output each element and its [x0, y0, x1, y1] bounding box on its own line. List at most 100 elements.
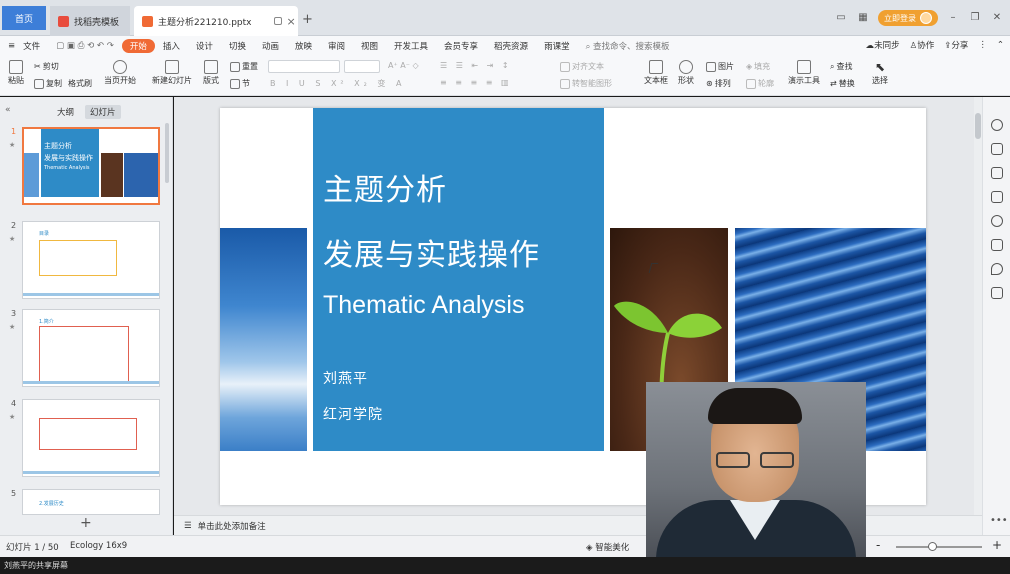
menu-transitions[interactable]: 切换: [221, 40, 254, 52]
list-icons[interactable]: ☰ ☰ ⇤ ⇥ ↕: [440, 61, 512, 70]
new-slide-button[interactable]: 新建幻灯片: [152, 60, 192, 86]
menu-home[interactable]: 开始: [121, 39, 155, 53]
theme-name[interactable]: Ecology 16x9: [70, 541, 127, 551]
collab-button[interactable]: ♙协作: [910, 39, 935, 51]
replace-button[interactable]: ⇄ 替换: [830, 78, 855, 89]
font-size-select[interactable]: [344, 60, 380, 73]
login-button[interactable]: 立即登录: [878, 10, 938, 26]
smart-graphic-button[interactable]: 转智能图形: [560, 78, 612, 89]
cut-button[interactable]: ✂ 剪切: [34, 61, 59, 72]
shape-button[interactable]: 形状: [678, 60, 694, 86]
fill-button[interactable]: ◈ 填充: [746, 61, 770, 72]
image-settings-icon[interactable]: [991, 239, 1003, 251]
align-icons[interactable]: ≡ ≡ ≡ ≡ ▥: [440, 78, 512, 87]
sync-button[interactable]: ☁未同步: [866, 39, 900, 51]
layout-button[interactable]: 版式: [203, 60, 219, 86]
textbox-button[interactable]: 文本框: [644, 60, 668, 86]
smart-beautify-button[interactable]: ◈ 智能美化: [586, 541, 629, 553]
menu-rain-classroom[interactable]: 雨课堂: [536, 40, 578, 52]
zoom-slider-handle[interactable]: [928, 542, 937, 551]
book-icon[interactable]: [991, 287, 1003, 299]
find-button[interactable]: ⌕ 查找: [830, 61, 852, 72]
menu-design[interactable]: 设计: [188, 40, 221, 52]
menu-insert[interactable]: 插入: [155, 40, 188, 52]
sliders-icon[interactable]: [991, 143, 1003, 155]
slide-thumbnail-2[interactable]: 目录: [22, 221, 160, 299]
menu-animations[interactable]: 动画: [254, 40, 287, 52]
tab-slides[interactable]: 幻灯片: [85, 105, 121, 119]
layout-toggle-icon[interactable]: ▭: [834, 12, 848, 24]
tab-outline[interactable]: 大纲: [52, 105, 79, 119]
menu-bar: ≡ 文件 ▢ ▣ ⎙ ⟲ ↶ ↷ 开始 插入 设计 切换 动画 放映 审阅 视图…: [0, 36, 1010, 56]
menu-hamburger-icon[interactable]: ≡: [0, 41, 23, 51]
menu-review[interactable]: 审阅: [320, 40, 353, 52]
tab-templates[interactable]: 找稻壳模板: [50, 6, 130, 36]
help-icon[interactable]: [991, 215, 1003, 227]
restore-icon[interactable]: ❐: [968, 12, 982, 24]
menu-member[interactable]: 会员专享: [436, 40, 486, 52]
title-background-box[interactable]: [313, 108, 604, 451]
scrollbar-thumb[interactable]: [975, 113, 981, 139]
menu-file[interactable]: 文件: [23, 40, 48, 52]
menu-view[interactable]: 视图: [353, 40, 386, 52]
arrange-button[interactable]: ⊛ 排列: [706, 78, 731, 89]
copy-button[interactable]: 复制: [34, 78, 62, 89]
font-family-select[interactable]: [268, 60, 340, 73]
format-painter-button[interactable]: 格式刷: [68, 78, 92, 89]
close-window-icon[interactable]: ✕: [990, 12, 1004, 24]
reset-button[interactable]: 重置: [230, 61, 258, 72]
select-button[interactable]: ⬉ 选择: [872, 60, 888, 86]
zoom-in-icon[interactable]: +: [992, 538, 1002, 552]
slide-thumbnail-5[interactable]: 2.发展历史: [22, 489, 160, 515]
slide-institution[interactable]: 红河学院: [323, 404, 383, 424]
menu-slideshow[interactable]: 放映: [287, 40, 320, 52]
apps-grid-icon[interactable]: ▦: [856, 12, 870, 24]
thumb-footer-bar: [23, 471, 159, 474]
paste-button[interactable]: 粘贴: [8, 60, 24, 86]
slide-title-line1[interactable]: 主题分析: [323, 165, 447, 209]
copy-window-icon[interactable]: [991, 191, 1003, 203]
outline-button[interactable]: 轮廓: [746, 78, 774, 89]
zoom-slider[interactable]: [896, 546, 982, 548]
location-pin-icon[interactable]: [991, 263, 1003, 275]
minimize-icon[interactable]: –: [946, 12, 960, 24]
slide-thumbnail-1[interactable]: 主题分析 发展与实践操作 Thematic Analysis: [22, 127, 160, 205]
font-grow-icons[interactable]: A⁺ A⁻ ◇: [388, 61, 419, 70]
text-format-icons[interactable]: B I U S X² X₂ 变 A: [270, 78, 405, 89]
docer-icon: [58, 15, 69, 27]
share-button[interactable]: ⇪分享: [944, 39, 968, 51]
slide-title-english[interactable]: Thematic Analysis: [323, 291, 524, 320]
share-label: 分享: [951, 41, 969, 51]
slide-author[interactable]: 刘燕平: [323, 368, 368, 388]
command-search[interactable]: ⌕ 查找命令、搜索模板: [578, 40, 678, 52]
add-slide-icon[interactable]: +: [80, 515, 92, 531]
more-dots-icon[interactable]: •••: [990, 515, 1008, 526]
zoom-out-icon[interactable]: -: [876, 538, 880, 552]
presenter-tools-button[interactable]: 演示工具: [788, 60, 820, 86]
menu-developer[interactable]: 开发工具: [386, 40, 436, 52]
slide-thumbnail-4[interactable]: [22, 399, 160, 477]
quick-access-icons[interactable]: ▢ ▣ ⎙ ⟲ ↶ ↷: [48, 41, 122, 51]
new-tab-icon[interactable]: +: [302, 12, 313, 27]
collapse-panel-icon[interactable]: «: [5, 105, 11, 115]
picture-button[interactable]: 图片: [706, 61, 734, 72]
sky-clouds-image[interactable]: [220, 228, 307, 451]
slide-title-line2[interactable]: 发展与实践操作: [323, 230, 540, 274]
tab-document[interactable]: 主题分析221210.pptx ×: [134, 6, 298, 36]
monitor-icon[interactable]: [273, 17, 282, 25]
collapse-ribbon-icon[interactable]: ⌃: [997, 40, 1004, 50]
more-icon[interactable]: ⋮: [978, 40, 987, 50]
close-tab-icon[interactable]: ×: [287, 15, 296, 28]
notes-placeholder[interactable]: 单击此处添加备注: [198, 520, 266, 532]
slide-thumbnail-3[interactable]: 1.简介: [22, 309, 160, 387]
tab-home[interactable]: 首页: [2, 6, 46, 30]
smart-beautify-label: 智能美化: [595, 543, 630, 553]
menu-docer[interactable]: 稻壳资源: [486, 40, 536, 52]
align-text-button[interactable]: 对齐文本: [560, 61, 604, 72]
star-outline-icon[interactable]: [991, 167, 1003, 179]
canvas-vertical-scrollbar[interactable]: [974, 97, 982, 515]
section-button[interactable]: 节: [230, 78, 250, 89]
rocket-icon[interactable]: [991, 119, 1003, 131]
from-current-button[interactable]: 当页开始: [104, 60, 136, 86]
thumbnail-scrollbar[interactable]: [165, 123, 169, 183]
